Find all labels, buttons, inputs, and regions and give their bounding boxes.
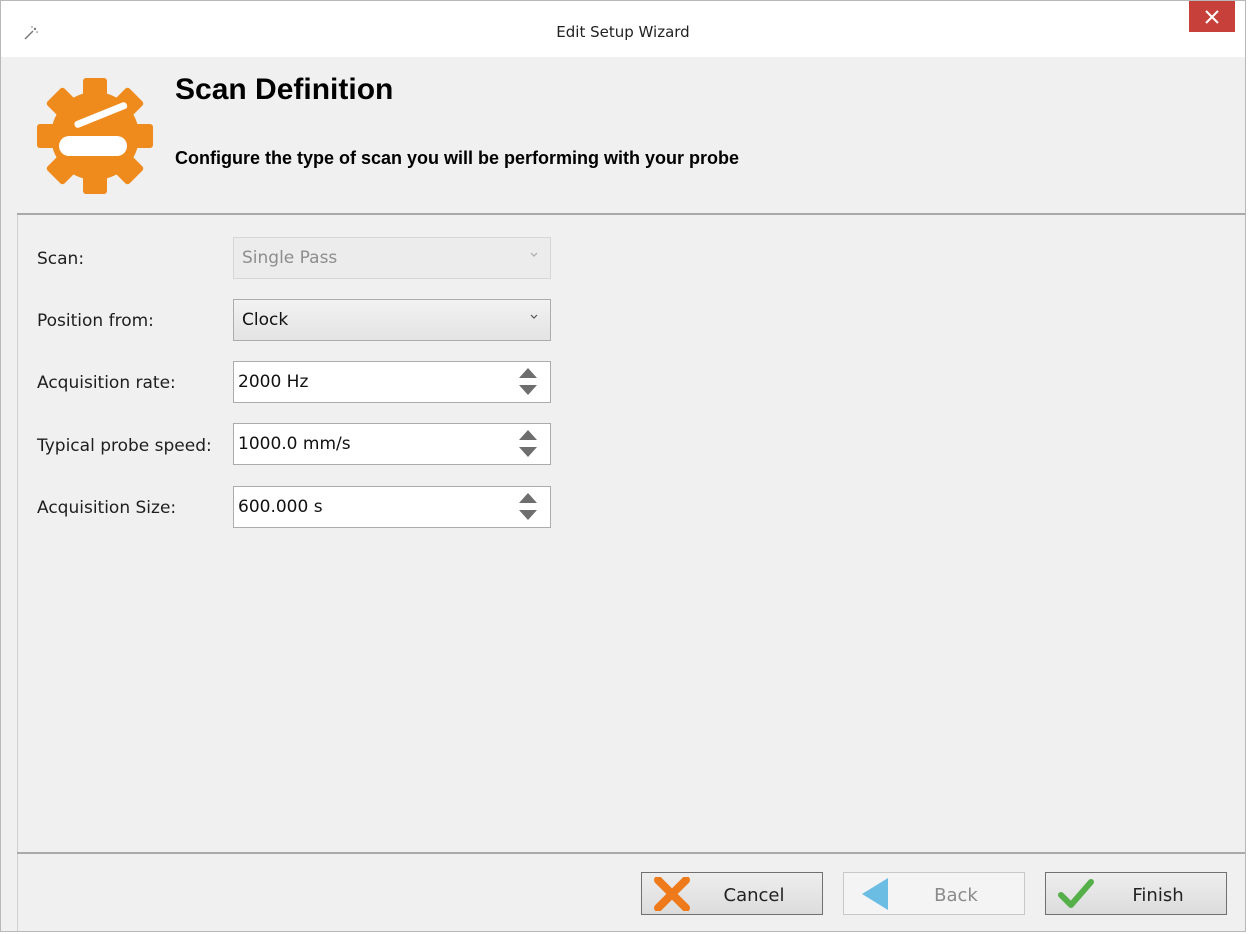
spin-up-icon[interactable] [518, 367, 538, 379]
spin-down-icon[interactable] [518, 384, 538, 396]
probe-speed-input[interactable]: 1000.0 mm/s [233, 423, 551, 465]
position-from-value: Clock [242, 310, 289, 330]
spin-up-icon[interactable] [518, 492, 538, 504]
wizard-window: Edit Setup Wizard Scan Definition Config… [0, 0, 1246, 932]
finish-button-label: Finish [1132, 885, 1184, 906]
acquisition-size-label: Acquisition Size: [37, 498, 177, 518]
window-title: Edit Setup Wizard [556, 23, 690, 41]
probe-speed-value: 1000.0 mm/s [238, 434, 351, 454]
page-subtitle: Configure the type of scan you will be p… [175, 148, 740, 168]
wizard-header: Scan Definition Configure the type of sc… [17, 57, 1245, 214]
spin-up-icon[interactable] [518, 429, 538, 441]
acquisition-size-input[interactable]: 600.000 s [233, 486, 551, 528]
acquisition-size-value: 600.000 s [238, 497, 323, 517]
header-divider [17, 213, 1245, 215]
cancel-button-label: Cancel [723, 885, 785, 906]
acquisition-rate-value: 2000 Hz [238, 372, 309, 392]
chevron-down-icon [530, 314, 538, 319]
footer-divider [17, 852, 1245, 854]
acquisition-rate-input[interactable]: 2000 Hz [233, 361, 551, 403]
back-button-label: Back [934, 885, 978, 906]
close-button[interactable] [1189, 1, 1235, 32]
gear-scanner-icon [37, 78, 153, 194]
spin-down-icon[interactable] [518, 446, 538, 458]
position-from-label: Position from: [37, 311, 154, 331]
scan-label: Scan: [37, 249, 85, 269]
scan-select-value: Single Pass [242, 248, 338, 268]
scan-select[interactable]: Single Pass [233, 237, 551, 279]
position-from-select[interactable]: Clock [233, 299, 551, 341]
close-icon [1205, 9, 1219, 24]
probe-speed-label: Typical probe speed: [37, 436, 212, 456]
acquisition-rate-label: Acquisition rate: [37, 373, 176, 393]
chevron-down-icon [530, 252, 538, 257]
cancel-button[interactable]: Cancel [641, 872, 823, 915]
back-button[interactable]: Back [843, 872, 1025, 915]
page-title: Scan Definition [175, 73, 394, 106]
title-bar[interactable]: Edit Setup Wizard [1, 1, 1245, 57]
finish-button[interactable]: Finish [1045, 872, 1227, 915]
spin-down-icon[interactable] [518, 509, 538, 521]
